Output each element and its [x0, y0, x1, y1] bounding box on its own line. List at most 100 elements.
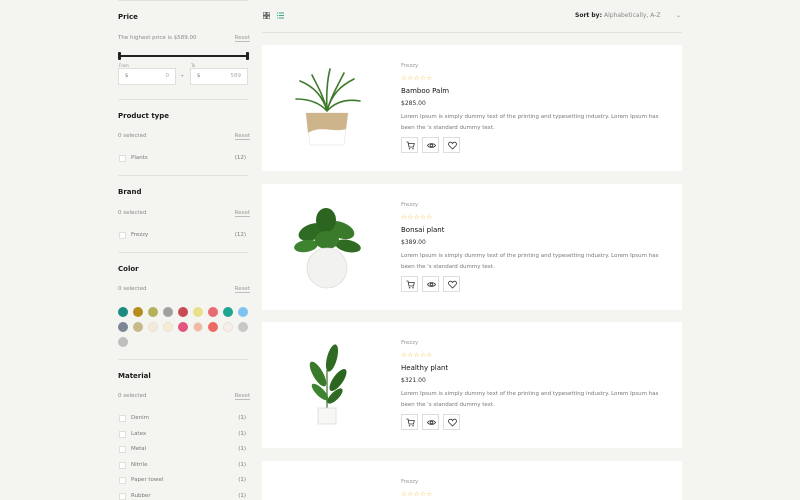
checkbox[interactable] [119, 155, 126, 162]
grid-view-icon[interactable] [263, 12, 270, 19]
price-to-input[interactable]: $ 589 [190, 68, 248, 85]
rating-stars-icon: ☆☆☆☆☆ [401, 351, 433, 359]
color-swatch[interactable] [118, 307, 128, 317]
sidebar-top-divider [118, 0, 248, 1]
filter-option-material[interactable]: Latex (1) [118, 430, 248, 440]
cart-icon [406, 141, 415, 150]
color-swatch[interactable] [148, 322, 158, 332]
product-card[interactable]: Frezzy ☆☆☆☆☆ Bamboo Palm $285.00 Lorem I… [262, 45, 682, 171]
quick-view-button[interactable] [422, 137, 439, 153]
price-range-track[interactable] [120, 55, 248, 57]
rating-stars-icon: ☆☆☆☆☆ [401, 213, 433, 221]
quick-view-button[interactable] [422, 276, 439, 292]
color-swatch[interactable] [178, 322, 188, 332]
filter-option-material[interactable]: Metal (1) [118, 445, 248, 455]
add-to-cart-button[interactable] [401, 276, 418, 292]
product-name[interactable]: Bamboo Palm [401, 87, 449, 95]
checkbox[interactable] [119, 461, 126, 469]
color-reset-link[interactable]: Reset [234, 286, 250, 293]
color-swatch[interactable] [163, 322, 173, 332]
filter-option-material[interactable]: Denim (1) [118, 414, 248, 424]
product-image-bonsai-plant[interactable] [282, 202, 372, 292]
color-swatch[interactable] [118, 322, 128, 332]
filter-option-plants[interactable]: Plants (12) [118, 154, 248, 164]
cart-icon [406, 418, 415, 427]
color-swatch[interactable] [238, 322, 248, 332]
color-swatch[interactable] [133, 307, 143, 317]
wishlist-button[interactable] [443, 137, 460, 153]
checkbox[interactable] [119, 492, 126, 500]
quick-view-button[interactable] [422, 414, 439, 430]
filter-option-count: (1) [238, 477, 246, 483]
product-brand: Frezzy [401, 340, 419, 346]
rating-stars-icon: ☆☆☆☆☆ [401, 74, 433, 82]
product-card[interactable]: Frezzy ☆☆☆☆☆ [262, 461, 682, 500]
product-image-healthy-plant[interactable] [282, 340, 372, 430]
product-type-reset-link[interactable]: Reset [234, 133, 250, 140]
product-description: Lorem Ipsum is simply dummy text of the … [401, 391, 659, 408]
product-price: $285.00 [401, 100, 426, 107]
product-brand: Frezzy [401, 479, 419, 485]
color-swatch[interactable] [208, 307, 218, 317]
price-reset-link[interactable]: Reset [234, 35, 250, 42]
color-swatch[interactable] [223, 307, 233, 317]
heart-icon [448, 418, 457, 427]
color-swatch[interactable] [193, 307, 203, 317]
list-view-icon[interactable] [277, 12, 284, 19]
filter-option-material[interactable]: Nitrile (1) [118, 461, 248, 471]
color-swatch[interactable] [148, 307, 158, 317]
color-swatch[interactable] [133, 322, 143, 332]
product-image-bamboo-palm[interactable] [282, 63, 372, 153]
price-from-input[interactable]: $ 0 [118, 68, 176, 85]
checkbox[interactable] [119, 477, 126, 484]
checkbox[interactable] [119, 430, 126, 438]
filter-option-label: Latex [131, 430, 147, 437]
color-swatch[interactable] [163, 307, 173, 317]
price-to-currency: $ [197, 73, 201, 79]
section-divider [118, 175, 248, 176]
color-swatch[interactable] [208, 322, 218, 332]
checkbox[interactable] [119, 415, 126, 422]
color-swatch[interactable] [118, 337, 128, 347]
add-to-cart-button[interactable] [401, 414, 418, 430]
product-brand: Frezzy [401, 202, 419, 208]
checkbox[interactable] [119, 232, 126, 239]
sort-select[interactable]: Alphabetically, A-Z [604, 12, 684, 21]
wishlist-button[interactable] [443, 276, 460, 292]
product-name[interactable]: Bonsai plant [401, 226, 445, 234]
filter-option-label: Paper towel [131, 477, 164, 483]
color-swatch[interactable] [223, 322, 233, 332]
price-min-handle[interactable] [118, 52, 121, 60]
filter-option-material[interactable]: Paper towel (1) [118, 476, 248, 486]
product-card[interactable]: Frezzy ☆☆☆☆☆ Bonsai plant $389.00 Lorem … [262, 184, 682, 310]
filter-option-label: Nitrile [131, 461, 148, 468]
add-to-cart-button[interactable] [401, 137, 418, 153]
product-brand: Frezzy [401, 63, 419, 69]
checkbox[interactable] [119, 446, 126, 453]
price-max-handle[interactable] [246, 52, 249, 60]
price-filter-title: Price [118, 13, 138, 21]
eye-icon [427, 143, 436, 148]
color-swatch[interactable] [178, 307, 188, 317]
filter-option-material[interactable]: Rubber (1) [118, 492, 248, 500]
product-image[interactable] [282, 479, 372, 500]
rating-stars-icon: ☆☆☆☆☆ [401, 490, 433, 498]
filter-option-frezzy[interactable]: Frezzy (12) [118, 231, 248, 241]
eye-icon [427, 282, 436, 287]
section-divider [118, 252, 248, 253]
filter-option-count: (1) [238, 492, 246, 499]
brand-selected-count: 0 selected [118, 210, 147, 216]
wishlist-button[interactable] [443, 414, 460, 430]
product-name[interactable]: Healthy plant [401, 364, 448, 372]
brand-reset-link[interactable]: Reset [234, 210, 250, 217]
color-swatch[interactable] [238, 307, 248, 317]
eye-icon [427, 420, 436, 425]
material-reset-link[interactable]: Reset [234, 393, 250, 400]
color-swatch[interactable] [193, 322, 203, 332]
product-card[interactable]: Frezzy ☆☆☆☆☆ Healthy plant $321.00 Lorem… [262, 322, 682, 448]
price-range-separator: - [181, 72, 184, 80]
product-description: Lorem Ipsum is simply dummy text of the … [401, 253, 659, 270]
heart-icon [448, 141, 457, 150]
filter-option-count: (12) [234, 155, 246, 161]
material-selected-count: 0 selected [118, 393, 147, 399]
